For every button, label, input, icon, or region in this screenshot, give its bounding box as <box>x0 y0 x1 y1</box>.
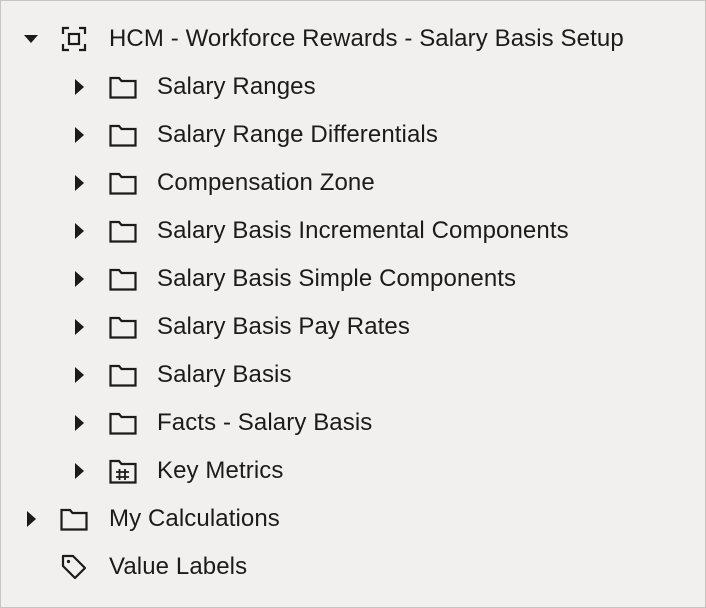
folder-icon <box>108 63 138 111</box>
tree-node-label: Salary Basis Incremental Components <box>157 217 569 244</box>
tree-node-label: Salary Range Differentials <box>157 121 438 148</box>
tag-icon <box>59 543 89 591</box>
folder-icon <box>108 207 138 255</box>
tree-node-salary-range-differentials[interactable]: Salary Range Differentials <box>1 111 705 159</box>
metrics-icon <box>108 447 138 495</box>
tree-node-label: Salary Ranges <box>157 73 316 100</box>
tree-node-salary-ranges[interactable]: Salary Ranges <box>1 63 705 111</box>
tree-node-label: Salary Basis <box>157 361 292 388</box>
tree-node-label: Salary Basis Simple Components <box>157 265 517 292</box>
tree-node-salary-basis-pay-rates[interactable]: Salary Basis Pay Rates <box>1 303 705 351</box>
subject-area-tree: HCM - Workforce Rewards - Salary Basis S… <box>1 15 705 591</box>
tree-node-label: Compensation Zone <box>157 169 375 196</box>
data-panel: HCM - Workforce Rewards - Salary Basis S… <box>0 0 706 608</box>
tree-node-root[interactable]: HCM - Workforce Rewards - Salary Basis S… <box>1 15 705 63</box>
tree-node-label: Value Labels <box>109 553 248 580</box>
folder-icon <box>108 255 138 303</box>
caret-right-icon[interactable] <box>67 111 91 159</box>
tree-node-salary-basis[interactable]: Salary Basis <box>1 351 705 399</box>
tree-node-label: Salary Basis Pay Rates <box>157 313 410 340</box>
folder-icon <box>108 351 138 399</box>
folder-icon <box>108 159 138 207</box>
folder-icon <box>108 303 138 351</box>
tree-node-label: My Calculations <box>109 505 280 532</box>
caret-right-icon[interactable] <box>67 399 91 447</box>
tree-node-salary-basis-simple-components[interactable]: Salary Basis Simple Components <box>1 255 705 303</box>
folder-icon <box>108 111 138 159</box>
tree-node-compensation-zone[interactable]: Compensation Zone <box>1 159 705 207</box>
caret-right-icon[interactable] <box>67 207 91 255</box>
caret-right-icon[interactable] <box>67 303 91 351</box>
subject-area-icon <box>59 15 89 63</box>
tree-node-key-metrics[interactable]: Key Metrics <box>1 447 705 495</box>
tree-node-facts-salary-basis[interactable]: Facts - Salary Basis <box>1 399 705 447</box>
caret-right-icon[interactable] <box>19 495 43 543</box>
folder-icon <box>108 399 138 447</box>
tree-node-salary-basis-incremental-components[interactable]: Salary Basis Incremental Components <box>1 207 705 255</box>
tree-node-label: HCM - Workforce Rewards - Salary Basis S… <box>109 25 624 52</box>
caret-right-icon[interactable] <box>67 255 91 303</box>
tree-node-value-labels[interactable]: Value Labels <box>1 543 705 591</box>
tree-node-label: Key Metrics <box>157 457 284 484</box>
caret-right-icon[interactable] <box>67 351 91 399</box>
tree-node-label: Facts - Salary Basis <box>157 409 373 436</box>
caret-down-icon[interactable] <box>19 15 43 63</box>
caret-right-icon[interactable] <box>67 159 91 207</box>
caret-right-icon[interactable] <box>67 63 91 111</box>
tree-node-my-calculations[interactable]: My Calculations <box>1 495 705 543</box>
folder-icon <box>59 495 89 543</box>
caret-right-icon[interactable] <box>67 447 91 495</box>
